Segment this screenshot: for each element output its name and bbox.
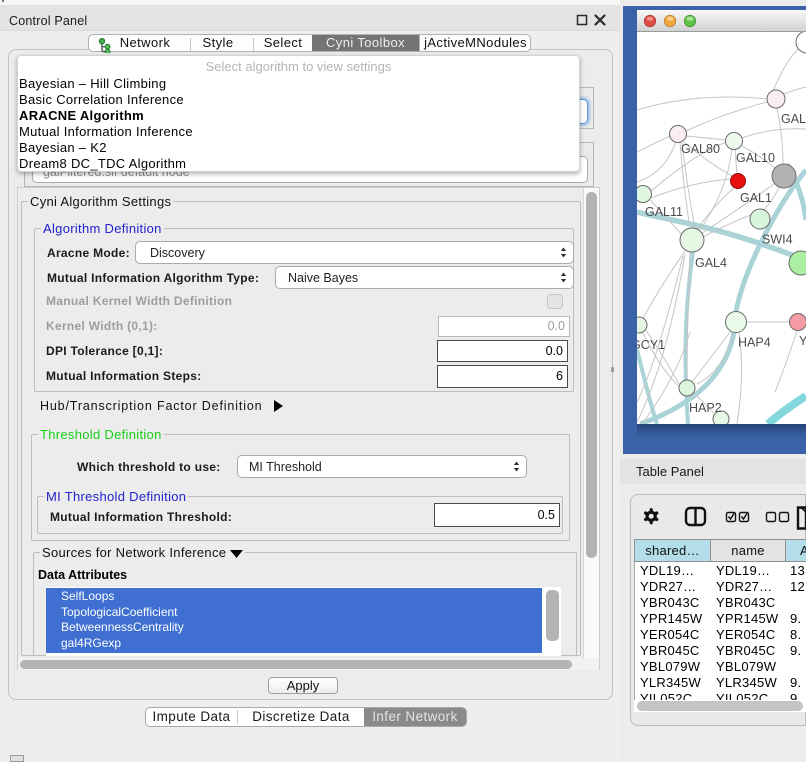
svg-text:GAL80: GAL80 — [681, 142, 720, 156]
svg-text:YE: YE — [799, 334, 806, 348]
svg-text:GAL10: GAL10 — [736, 151, 775, 165]
svg-text:SWI4: SWI4 — [762, 233, 793, 247]
svg-text:HAP4: HAP4 — [738, 336, 771, 350]
svg-text:HAP2: HAP2 — [689, 401, 722, 415]
svg-text:GAL2: GAL2 — [781, 112, 806, 126]
svg-text:GCY1: GCY1 — [637, 338, 665, 352]
svg-text:GAL11: GAL11 — [645, 205, 683, 219]
svg-text:GAL4: GAL4 — [695, 256, 727, 270]
svg-text:GAL1: GAL1 — [740, 191, 772, 205]
